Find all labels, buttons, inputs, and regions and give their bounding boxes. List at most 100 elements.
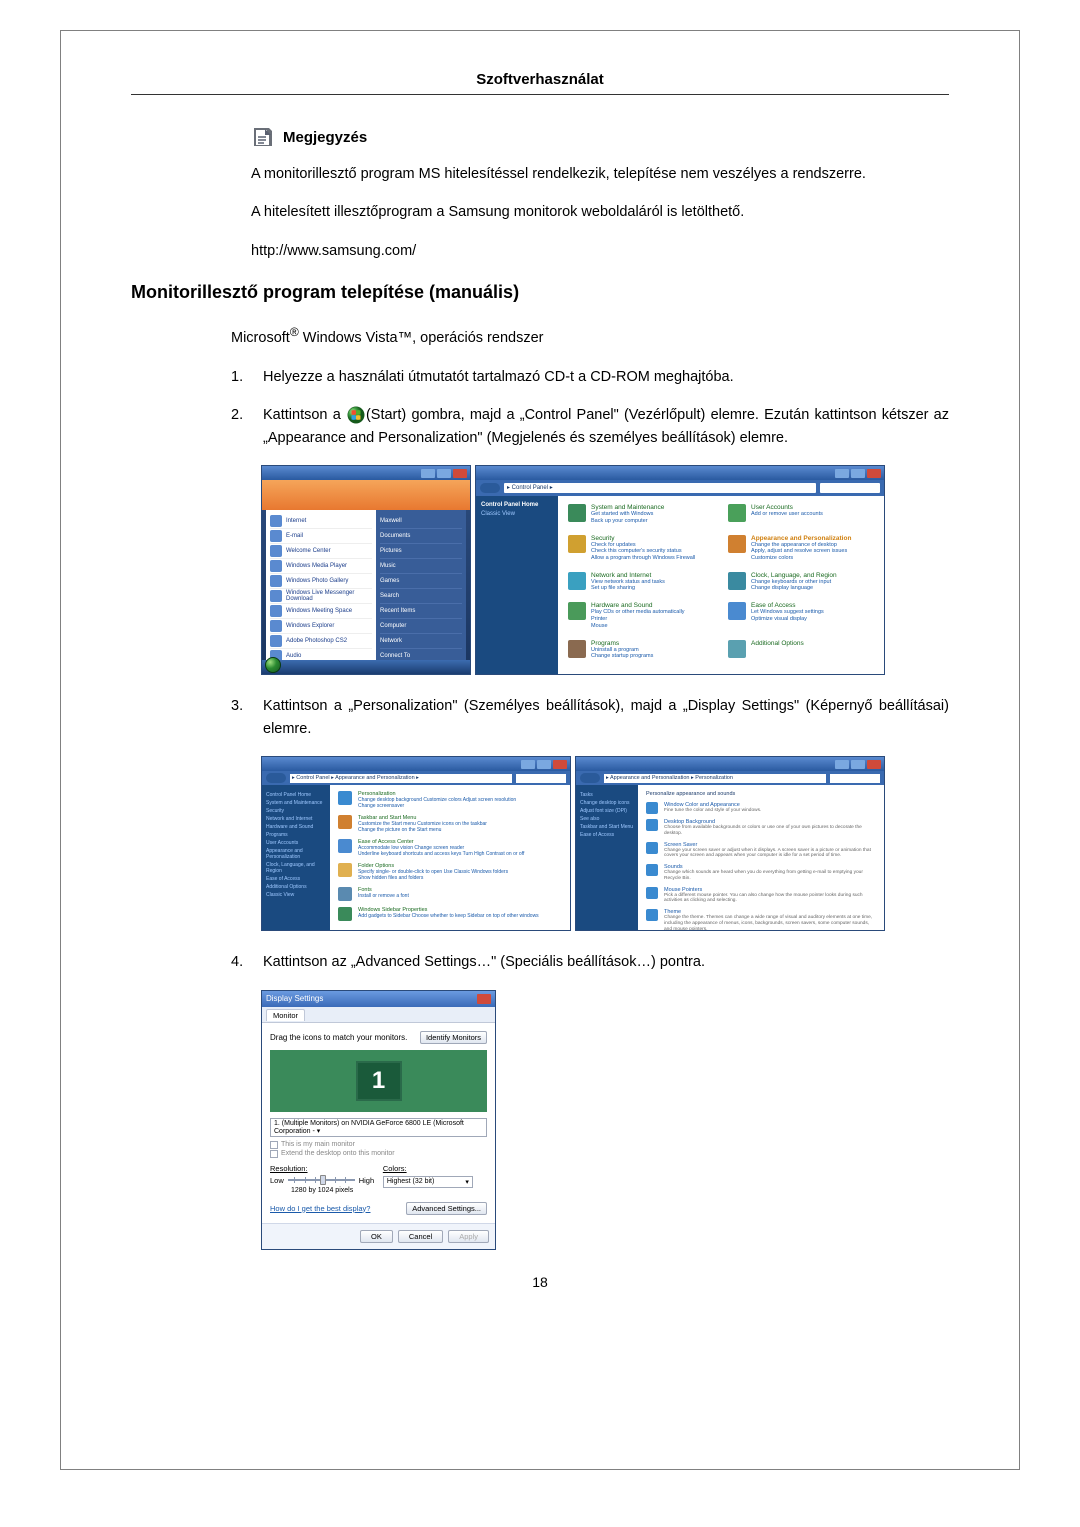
best-display-link[interactable]: How do I get the best display? (270, 1204, 370, 1213)
start-menu-item[interactable]: Music (380, 559, 462, 574)
app-icon (270, 590, 282, 602)
appearance-category[interactable]: Windows Sidebar PropertiesAdd gadgets to… (338, 907, 562, 921)
perso-option[interactable]: ThemeChange the theme. Themes can change… (646, 909, 876, 931)
sidebar-item[interactable]: Change desktop icons (580, 800, 634, 806)
sidebar-item[interactable]: Security (266, 808, 326, 814)
perso-option[interactable]: Desktop BackgroundChoose from available … (646, 819, 876, 837)
appearance-category[interactable]: PersonalizationChange desktop background… (338, 791, 562, 809)
cp-category[interactable]: SecurityCheck for updatesCheck this comp… (568, 535, 714, 568)
app-icon (270, 515, 282, 527)
start-menu-item[interactable]: Computer (380, 619, 462, 634)
perso-title: Personalize appearance and sounds (646, 791, 876, 797)
monitor-preview[interactable]: 1 (270, 1050, 487, 1112)
start-menu-item[interactable]: Windows Live Messenger Download (270, 589, 372, 604)
start-menu-item[interactable]: Windows Photo Gallery (270, 574, 372, 589)
category-icon (728, 504, 746, 522)
sidebar-item[interactable]: Taskbar and Start Menu (580, 824, 634, 830)
start-menu-item[interactable]: Windows Meeting Space (270, 604, 372, 619)
start-menu-item[interactable]: Internet (270, 514, 372, 529)
perso-option[interactable]: SoundsChange which sounds are heard when… (646, 864, 876, 882)
perso-option[interactable]: Screen SaverChange your screen saver or … (646, 842, 876, 860)
sidebar-item[interactable]: Control Panel Home (266, 792, 326, 798)
monitor-icon[interactable]: 1 (356, 1061, 402, 1101)
cp-category[interactable]: User AccountsAdd or remove user accounts (728, 504, 874, 531)
start-menu-item[interactable]: Documents (380, 529, 462, 544)
sidebar-item[interactable]: Adjust font size (DPI) (580, 808, 634, 814)
option-icon (646, 887, 658, 899)
search-input[interactable] (516, 774, 566, 783)
app-icon (270, 635, 282, 647)
appearance-category[interactable]: Ease of Access CenterAccommodate low vis… (338, 839, 562, 857)
start-menu-item[interactable]: E-mail (270, 529, 372, 544)
category-icon (568, 640, 586, 658)
display-settings-dialog: Display Settings Monitor Drag the icons … (261, 990, 496, 1250)
appearance-category[interactable]: Taskbar and Start MenuCustomize the Star… (338, 815, 562, 833)
sidebar-item[interactable]: Ease of Access (266, 876, 326, 882)
control-panel-window: ▸ Control Panel ▸ Control Panel Home Cla… (475, 465, 885, 675)
start-menu-item[interactable]: Welcome Center (270, 544, 372, 559)
sidebar-item[interactable]: Appearance and Personalization (266, 848, 326, 860)
appearance-window: ▸ Control Panel ▸ Appearance and Persona… (261, 756, 571, 931)
cancel-button[interactable]: Cancel (398, 1230, 443, 1243)
start-menu-item[interactable]: Search (380, 589, 462, 604)
colors-label: Colors: (383, 1164, 407, 1173)
search-input[interactable] (820, 483, 880, 493)
ok-button[interactable]: OK (360, 1230, 393, 1243)
cp-side-link[interactable]: Classic View (481, 511, 553, 517)
step-1: 1. Helyezze a használati útmutatót tarta… (231, 366, 949, 388)
resolution-value: 1280 by 1024 pixels (270, 1187, 374, 1194)
chk-main-monitor: This is my main monitor (270, 1141, 487, 1149)
search-input[interactable] (830, 774, 880, 783)
sidebar-item[interactable]: User Accounts (266, 840, 326, 846)
sidebar-item[interactable]: System and Maintenance (266, 800, 326, 806)
sidebar-item[interactable]: Tasks (580, 792, 634, 798)
perso-option[interactable]: Mouse PointersPick a different mouse poi… (646, 887, 876, 905)
start-menu-item[interactable]: Adobe Photoshop CS2 (270, 634, 372, 649)
sidebar-item[interactable]: Hardware and Sound (266, 824, 326, 830)
sidebar-item[interactable]: Ease of Access (580, 832, 634, 838)
cp-category[interactable]: Hardware and SoundPlay CDs or other medi… (568, 602, 714, 635)
apply-button: Apply (448, 1230, 489, 1243)
start-menu-item[interactable]: Pictures (380, 544, 462, 559)
start-orb-icon[interactable] (265, 657, 281, 673)
address-bar[interactable]: ▸ Control Panel ▸ (504, 483, 816, 493)
sidebar-item[interactable]: See also (580, 816, 634, 822)
start-menu-item[interactable]: Windows Media Player (270, 559, 372, 574)
appearance-category[interactable]: FontsInstall or remove a font (338, 887, 562, 901)
identify-monitors-button[interactable]: Identify Monitors (420, 1031, 487, 1044)
start-menu-item[interactable]: Games (380, 574, 462, 589)
address-bar[interactable]: ▸ Appearance and Personalization ▸ Perso… (604, 774, 826, 783)
start-menu-item[interactable]: Windows Explorer (270, 619, 372, 634)
note-url: http://www.samsung.com/ (251, 240, 949, 262)
screenshot-personalization: ▸ Control Panel ▸ Appearance and Persona… (261, 756, 949, 931)
advanced-settings-button[interactable]: Advanced Settings... (406, 1202, 487, 1215)
cp-category[interactable]: Additional Options (728, 640, 874, 667)
colors-select[interactable]: Highest (32 bit)▾ (383, 1176, 473, 1188)
sidebar-item[interactable]: Network and Internet (266, 816, 326, 822)
cp-category[interactable]: Appearance and PersonalizationChange the… (728, 535, 874, 568)
cp-category[interactable]: Network and InternetView network status … (568, 572, 714, 599)
tab-monitor[interactable]: Monitor (266, 1009, 305, 1021)
sidebar-item[interactable]: Additional Options (266, 884, 326, 890)
category-icon (338, 887, 352, 901)
perso-option[interactable]: Window Color and AppearanceFine tune the… (646, 802, 876, 814)
dialog-title: Display Settings (266, 994, 323, 1003)
start-menu-item[interactable]: Recent Items (380, 604, 462, 619)
appearance-category[interactable]: Folder OptionsSpecify single- or double-… (338, 863, 562, 881)
start-menu-item[interactable]: Maxwell (380, 514, 462, 529)
sidebar-item[interactable]: Programs (266, 832, 326, 838)
app-icon (270, 545, 282, 557)
step-4: 4. Kattintson az „Advanced Settings…" (S… (231, 951, 949, 973)
sidebar-item[interactable]: Clock, Language, and Region (266, 862, 326, 874)
close-icon[interactable] (477, 994, 491, 1004)
cp-category[interactable]: System and MaintenanceGet started with W… (568, 504, 714, 531)
monitor-select[interactable]: 1. (Multiple Monitors) on NVIDIA GeForce… (270, 1118, 487, 1137)
cp-category[interactable]: ProgramsUninstall a programChange startu… (568, 640, 714, 667)
resolution-slider[interactable]: Low High (270, 1176, 374, 1185)
address-bar[interactable]: ▸ Control Panel ▸ Appearance and Persona… (290, 774, 512, 783)
sidebar-item[interactable]: Classic View (266, 892, 326, 898)
cp-category[interactable]: Clock, Language, and RegionChange keyboa… (728, 572, 874, 599)
category-icon (338, 839, 352, 853)
start-menu-item[interactable]: Network (380, 634, 462, 649)
cp-category[interactable]: Ease of AccessLet Windows suggest settin… (728, 602, 874, 635)
